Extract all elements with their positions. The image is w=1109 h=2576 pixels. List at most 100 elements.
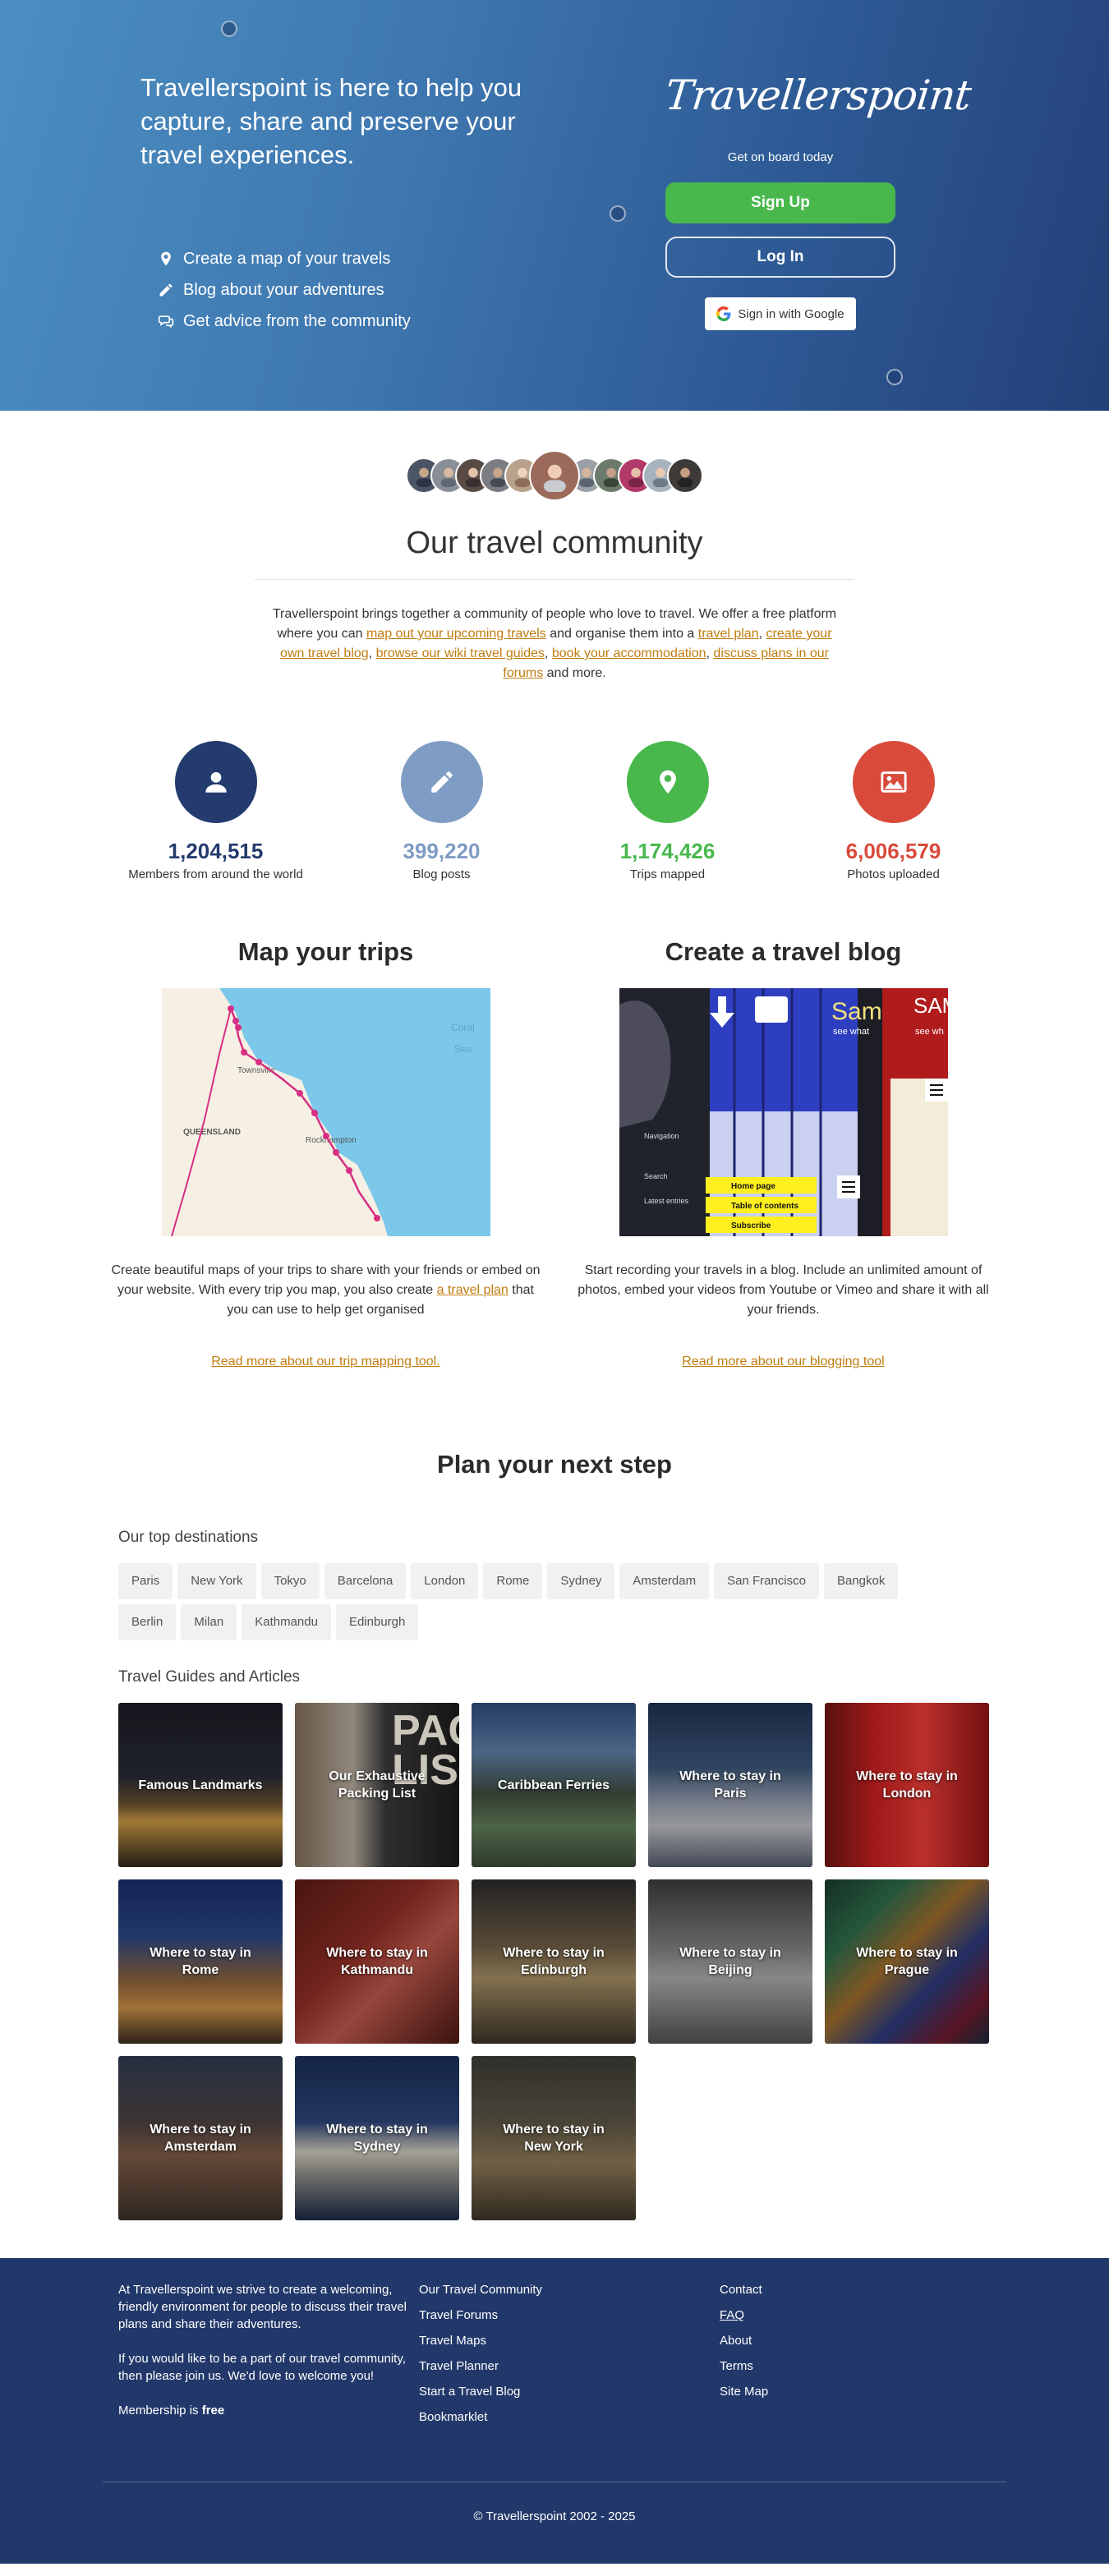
avatar[interactable] bbox=[667, 458, 703, 494]
guide-card[interactable]: Where to stay in Prague bbox=[825, 1879, 989, 2044]
guide-card[interactable]: Where to stay in Beijing bbox=[648, 1879, 812, 2044]
footer-links-site: Contact FAQ About Terms Site Map bbox=[720, 2277, 966, 2436]
feature-list: Create a map of your travels Blog about … bbox=[158, 243, 411, 337]
destination-tag[interactable]: Amsterdam bbox=[619, 1563, 710, 1599]
footer-link[interactable]: About bbox=[720, 2328, 966, 2353]
blog-tool-description: Start recording your travels in a blog. … bbox=[578, 1263, 989, 1317]
guide-title: Famous Landmarks bbox=[138, 1778, 263, 1792]
blog-tool-title: Create a travel blog bbox=[665, 937, 902, 966]
destination-tag[interactable]: Bangkok bbox=[823, 1563, 899, 1599]
guide-card[interactable]: Where to stay in Kathmandu bbox=[295, 1879, 459, 2044]
stat-photos: 6,006,579 Photos uploaded bbox=[780, 741, 1006, 881]
feature-label: Create a map of your travels bbox=[183, 249, 391, 268]
intro-text: and organise them into a bbox=[545, 627, 698, 641]
destination-tag[interactable]: Rome bbox=[483, 1563, 543, 1599]
footer-link[interactable]: Site Map bbox=[720, 2379, 966, 2404]
guide-title: Where to stay in London bbox=[856, 1769, 958, 1801]
feature-label: Blog about your adventures bbox=[183, 280, 384, 299]
stat-label: Trips mapped bbox=[629, 867, 706, 881]
guide-card[interactable]: PACK LISOur Exhaustive Packing List bbox=[295, 1703, 459, 1867]
stat-circle bbox=[852, 741, 935, 823]
guide-card[interactable]: Where to stay in London bbox=[825, 1703, 989, 1867]
blog-screenshot: Sam see what SAM see wh Navigation Searc… bbox=[619, 988, 948, 1236]
read-more-blogging-link[interactable]: Read more about our blogging tool bbox=[682, 1355, 884, 1369]
travel-plan-link[interactable]: a travel plan bbox=[437, 1283, 508, 1297]
destination-tag[interactable]: New York bbox=[177, 1563, 256, 1599]
guides-heading: Travel Guides and Articles bbox=[118, 1668, 301, 1686]
decor-dot bbox=[886, 369, 903, 385]
stat-value: 6,006,579 bbox=[845, 839, 941, 863]
guide-card[interactable]: Where to stay in Sydney bbox=[295, 2056, 459, 2220]
guide-card[interactable]: Where to stay in Amsterdam bbox=[118, 2056, 283, 2220]
footer-link[interactable]: Contact bbox=[720, 2277, 966, 2302]
guide-card[interactable]: Where to stay in Paris bbox=[648, 1703, 812, 1867]
australia-map: Coral Sea QUEENSLAND Townsville Rockhamp… bbox=[161, 988, 490, 1236]
destination-tag[interactable]: Sydney bbox=[547, 1563, 615, 1599]
blog-shot-label: see wh bbox=[915, 1027, 944, 1037]
trip-map-preview[interactable]: Coral Sea QUEENSLAND Townsville Rockhamp… bbox=[161, 988, 490, 1236]
feature-item: Blog about your adventures bbox=[158, 274, 411, 306]
destination-tag[interactable]: London bbox=[411, 1563, 479, 1599]
guide-title: Where to stay in Edinburgh bbox=[503, 1946, 605, 1977]
footer-link[interactable]: Start a Travel Blog bbox=[419, 2379, 720, 2404]
footer-link[interactable]: Terms bbox=[720, 2353, 966, 2379]
wiki-guides-link[interactable]: browse our wiki travel guides bbox=[376, 646, 545, 660]
destination-tag[interactable]: Milan bbox=[181, 1604, 237, 1640]
stat-label: Blog posts bbox=[412, 867, 471, 881]
intro-text: and more. bbox=[543, 666, 606, 680]
blog-preview[interactable]: Sam see what SAM see wh Navigation Searc… bbox=[619, 988, 948, 1236]
footer-link[interactable]: Travel Planner bbox=[419, 2353, 720, 2379]
photo-icon bbox=[880, 771, 907, 793]
map-travels-link[interactable]: map out your upcoming travels bbox=[366, 627, 546, 641]
signup-button[interactable]: Sign Up bbox=[665, 182, 895, 223]
guide-card[interactable]: Where to stay in Edinburgh bbox=[472, 1879, 636, 2044]
hero-headline: Travellerspoint is here to help you capt… bbox=[140, 73, 522, 169]
feature-item: Create a map of your travels bbox=[158, 243, 411, 274]
footer-link[interactable]: Travel Maps bbox=[419, 2328, 720, 2353]
guide-title: Where to stay in Kathmandu bbox=[326, 1946, 428, 1977]
travel-plan-link[interactable]: travel plan bbox=[698, 627, 759, 641]
guide-title: Where to stay in Paris bbox=[679, 1769, 781, 1801]
feature-item: Get advice from the community bbox=[158, 306, 411, 337]
footer-link[interactable]: FAQ bbox=[720, 2302, 966, 2328]
accommodation-link[interactable]: book your accommodation bbox=[552, 646, 706, 660]
guide-card[interactable]: Where to stay in Rome bbox=[118, 1879, 283, 2044]
footer-link[interactable]: Bookmarklet bbox=[419, 2404, 720, 2430]
site-footer: At Travellerspoint we strive to create a… bbox=[0, 2258, 1109, 2564]
guide-card[interactable]: Famous Landmarks bbox=[118, 1703, 283, 1867]
read-more-mapping-link[interactable]: Read more about our trip mapping tool. bbox=[211, 1355, 439, 1369]
destination-tag[interactable]: Barcelona bbox=[324, 1563, 407, 1599]
destination-tag[interactable]: Tokyo bbox=[260, 1563, 320, 1599]
footer-link[interactable]: Our Travel Community bbox=[419, 2277, 720, 2302]
stat-value: 399,220 bbox=[403, 839, 481, 863]
guide-title: Where to stay in Sydney bbox=[326, 2123, 428, 2154]
decor-dot bbox=[610, 205, 626, 222]
footer-links-community: Our Travel Community Travel Forums Trave… bbox=[419, 2277, 720, 2436]
blog-shot-label: see what bbox=[833, 1027, 869, 1037]
blog-shot-label: Table of contents bbox=[731, 1202, 798, 1211]
guide-card[interactable]: Caribbean Ferries bbox=[472, 1703, 636, 1867]
google-signin-button[interactable]: Sign in with Google bbox=[705, 297, 856, 330]
divider bbox=[255, 579, 854, 580]
travellerspoint-logo[interactable]: Travellerspoint bbox=[662, 66, 973, 125]
signup-tagline: Get on board today bbox=[727, 150, 834, 164]
guide-card[interactable]: Where to stay in New York bbox=[472, 2056, 636, 2220]
pencil-icon bbox=[430, 771, 453, 793]
membership-note: Membership is free bbox=[118, 2402, 419, 2419]
destination-tag[interactable]: Kathmandu bbox=[242, 1604, 331, 1640]
login-button[interactable]: Log In bbox=[665, 237, 895, 278]
blog-shot-label: Navigation bbox=[644, 1132, 679, 1140]
avatar[interactable] bbox=[529, 450, 580, 501]
footer-link[interactable]: Travel Forums bbox=[419, 2302, 720, 2328]
destination-tag[interactable]: Berlin bbox=[118, 1604, 177, 1640]
destination-tag[interactable]: San Francisco bbox=[714, 1563, 819, 1599]
stat-label: Photos uploaded bbox=[847, 867, 940, 881]
stat-label: Members from around the world bbox=[128, 867, 303, 881]
map-pin-icon bbox=[659, 770, 676, 794]
community-title: Our travel community bbox=[406, 526, 703, 560]
guide-grid: Famous Landmarks PACK LISOur Exhaustive … bbox=[118, 1703, 991, 2220]
map-tool-title: Map your trips bbox=[237, 937, 414, 966]
destination-tag[interactable]: Paris bbox=[118, 1563, 173, 1599]
footer-about-text: If you would like to be a part of our tr… bbox=[118, 2352, 406, 2383]
destination-tag[interactable]: Edinburgh bbox=[335, 1604, 419, 1640]
